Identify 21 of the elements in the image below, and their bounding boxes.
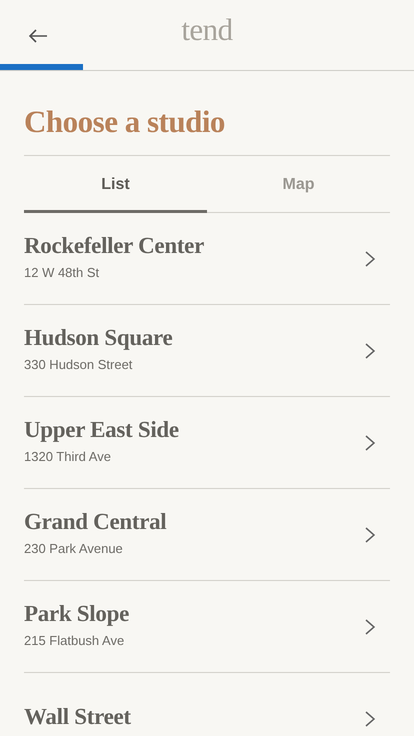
studio-address: 1320 Third Ave [24, 449, 112, 464]
view-tab[interactable]: List [24, 156, 207, 213]
chevron-right-icon[interactable] [364, 526, 376, 544]
chevron-right-icon[interactable] [364, 618, 376, 636]
chevron-right-icon[interactable] [364, 710, 376, 728]
studio-address: 12 W 48th St [24, 265, 100, 280]
studio-address: 330 Hudson Street [24, 357, 134, 372]
studio-name[interactable]: Park Slope [24, 601, 364, 627]
chevron-right-icon[interactable] [364, 434, 376, 452]
studio-address: 215 Flatbush Ave [24, 633, 126, 648]
studio-name[interactable]: Rockefeller Center [24, 233, 364, 259]
studio-name[interactable]: Wall Street [24, 704, 364, 730]
studio-name[interactable]: Upper East Side [24, 417, 364, 443]
logo: tend [181, 12, 233, 49]
back-arrow-icon [28, 29, 48, 43]
studio-name[interactable]: Hudson Square [24, 325, 364, 351]
studio-name[interactable]: Grand Central [24, 509, 364, 535]
studio-address: 230 Park Avenue [24, 541, 124, 556]
page-title: Choose a studio [24, 71, 390, 156]
chevron-right-icon[interactable] [364, 342, 376, 360]
chevron-right-icon[interactable] [364, 250, 376, 268]
